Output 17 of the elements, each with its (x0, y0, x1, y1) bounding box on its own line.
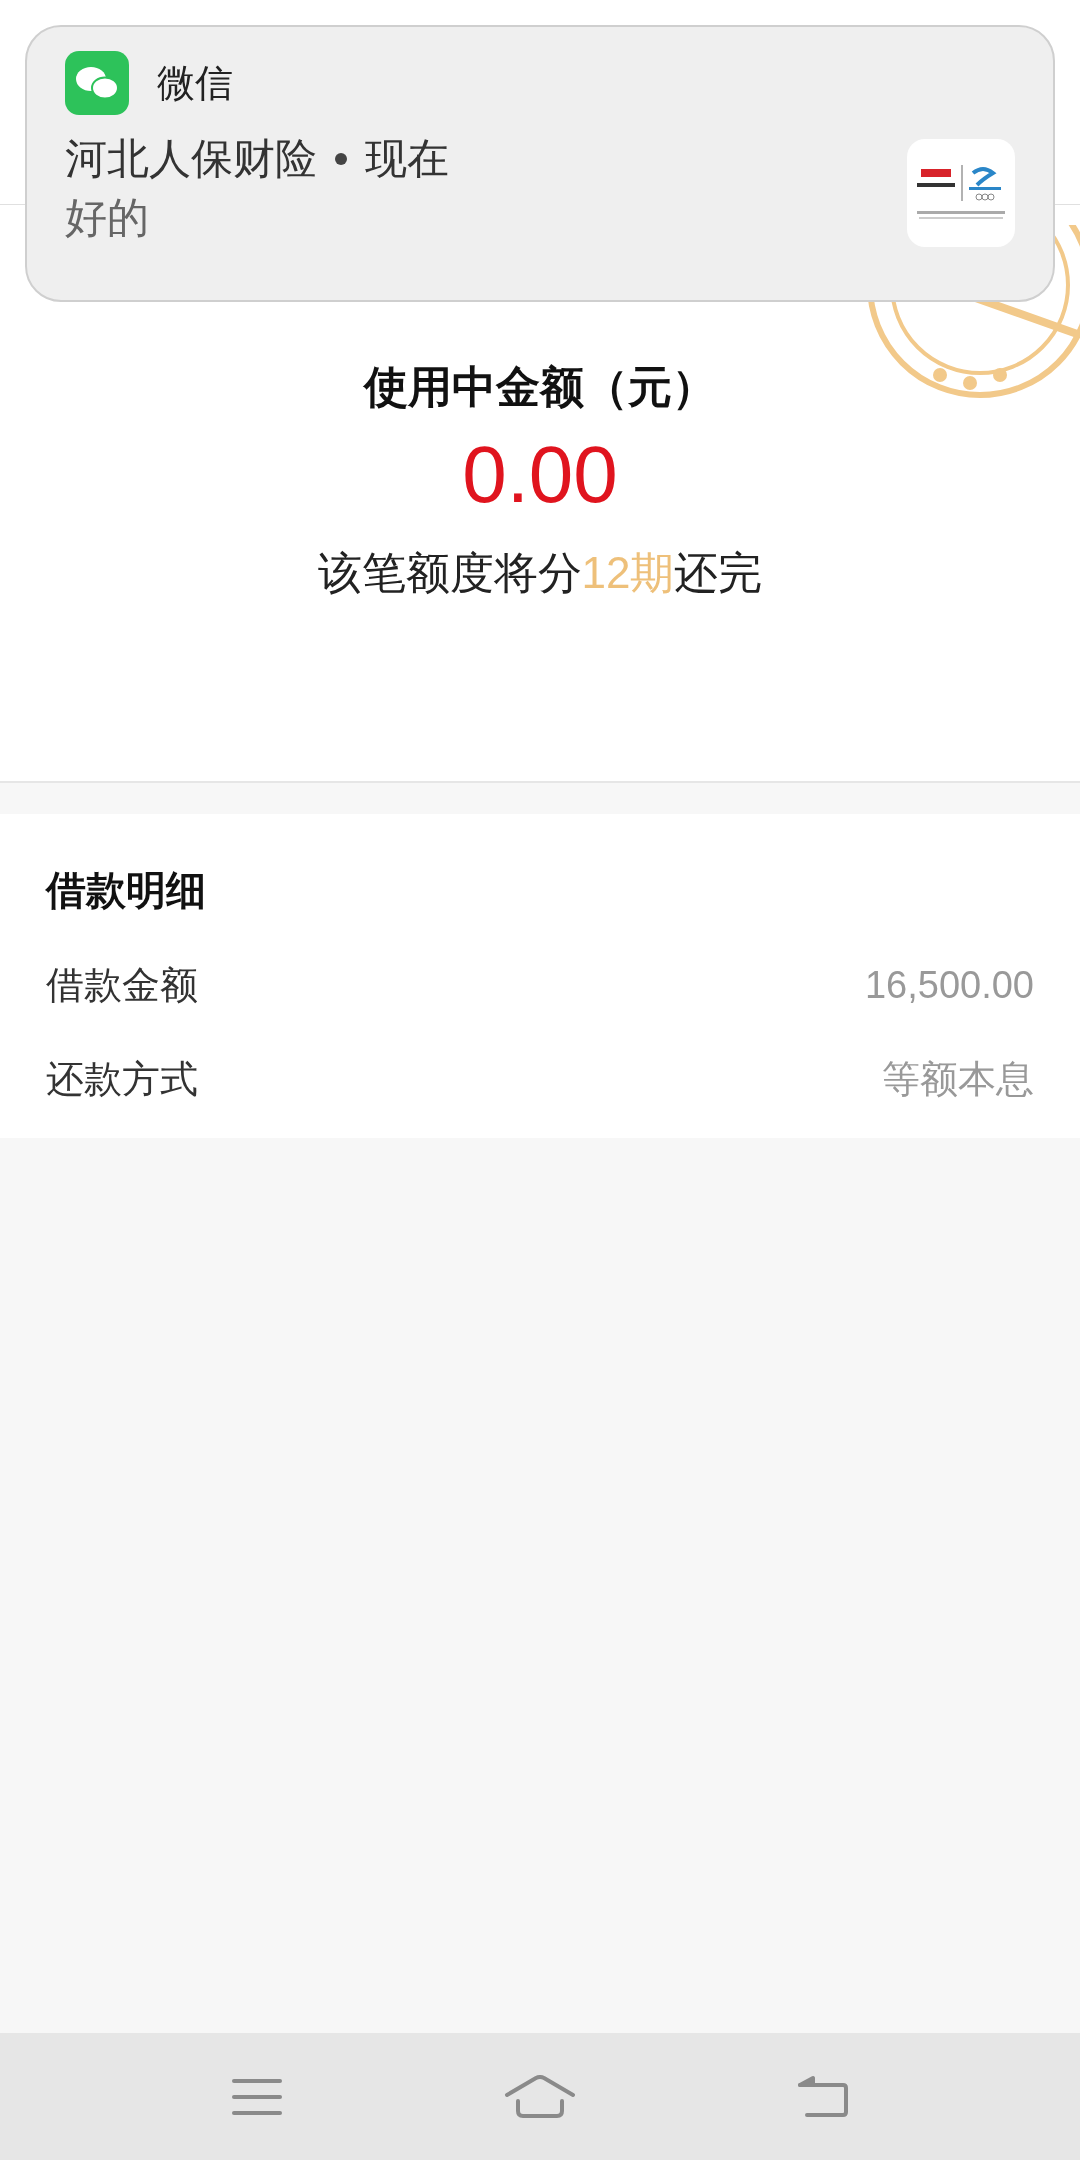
menu-icon[interactable] (230, 2076, 283, 2117)
notification-time: 现在 (365, 134, 449, 184)
home-icon[interactable] (504, 2074, 576, 2119)
notification-message: 好的 (65, 192, 150, 243)
amount-value: 0.00 (462, 435, 618, 515)
detail-label: 借款金额 (46, 966, 198, 1004)
back-icon[interactable] (797, 2074, 850, 2119)
detail-value: 等额本息 (882, 1060, 1034, 1098)
repayment-note: 该笔额度将分12期还完 (317, 551, 763, 595)
notification-card[interactable]: 微信 河北人保财险 现在 好的 (25, 25, 1055, 302)
sender-name: 河北人保财险 (65, 134, 317, 184)
detail-label: 还款方式 (46, 1060, 198, 1098)
app-name: 微信 (157, 60, 233, 106)
details-title: 借款明细 (46, 870, 207, 910)
amount-title: 使用中金额（元） (364, 365, 716, 409)
chat-app-icon (65, 51, 129, 115)
detail-value: 16,500.00 (864, 966, 1034, 1004)
